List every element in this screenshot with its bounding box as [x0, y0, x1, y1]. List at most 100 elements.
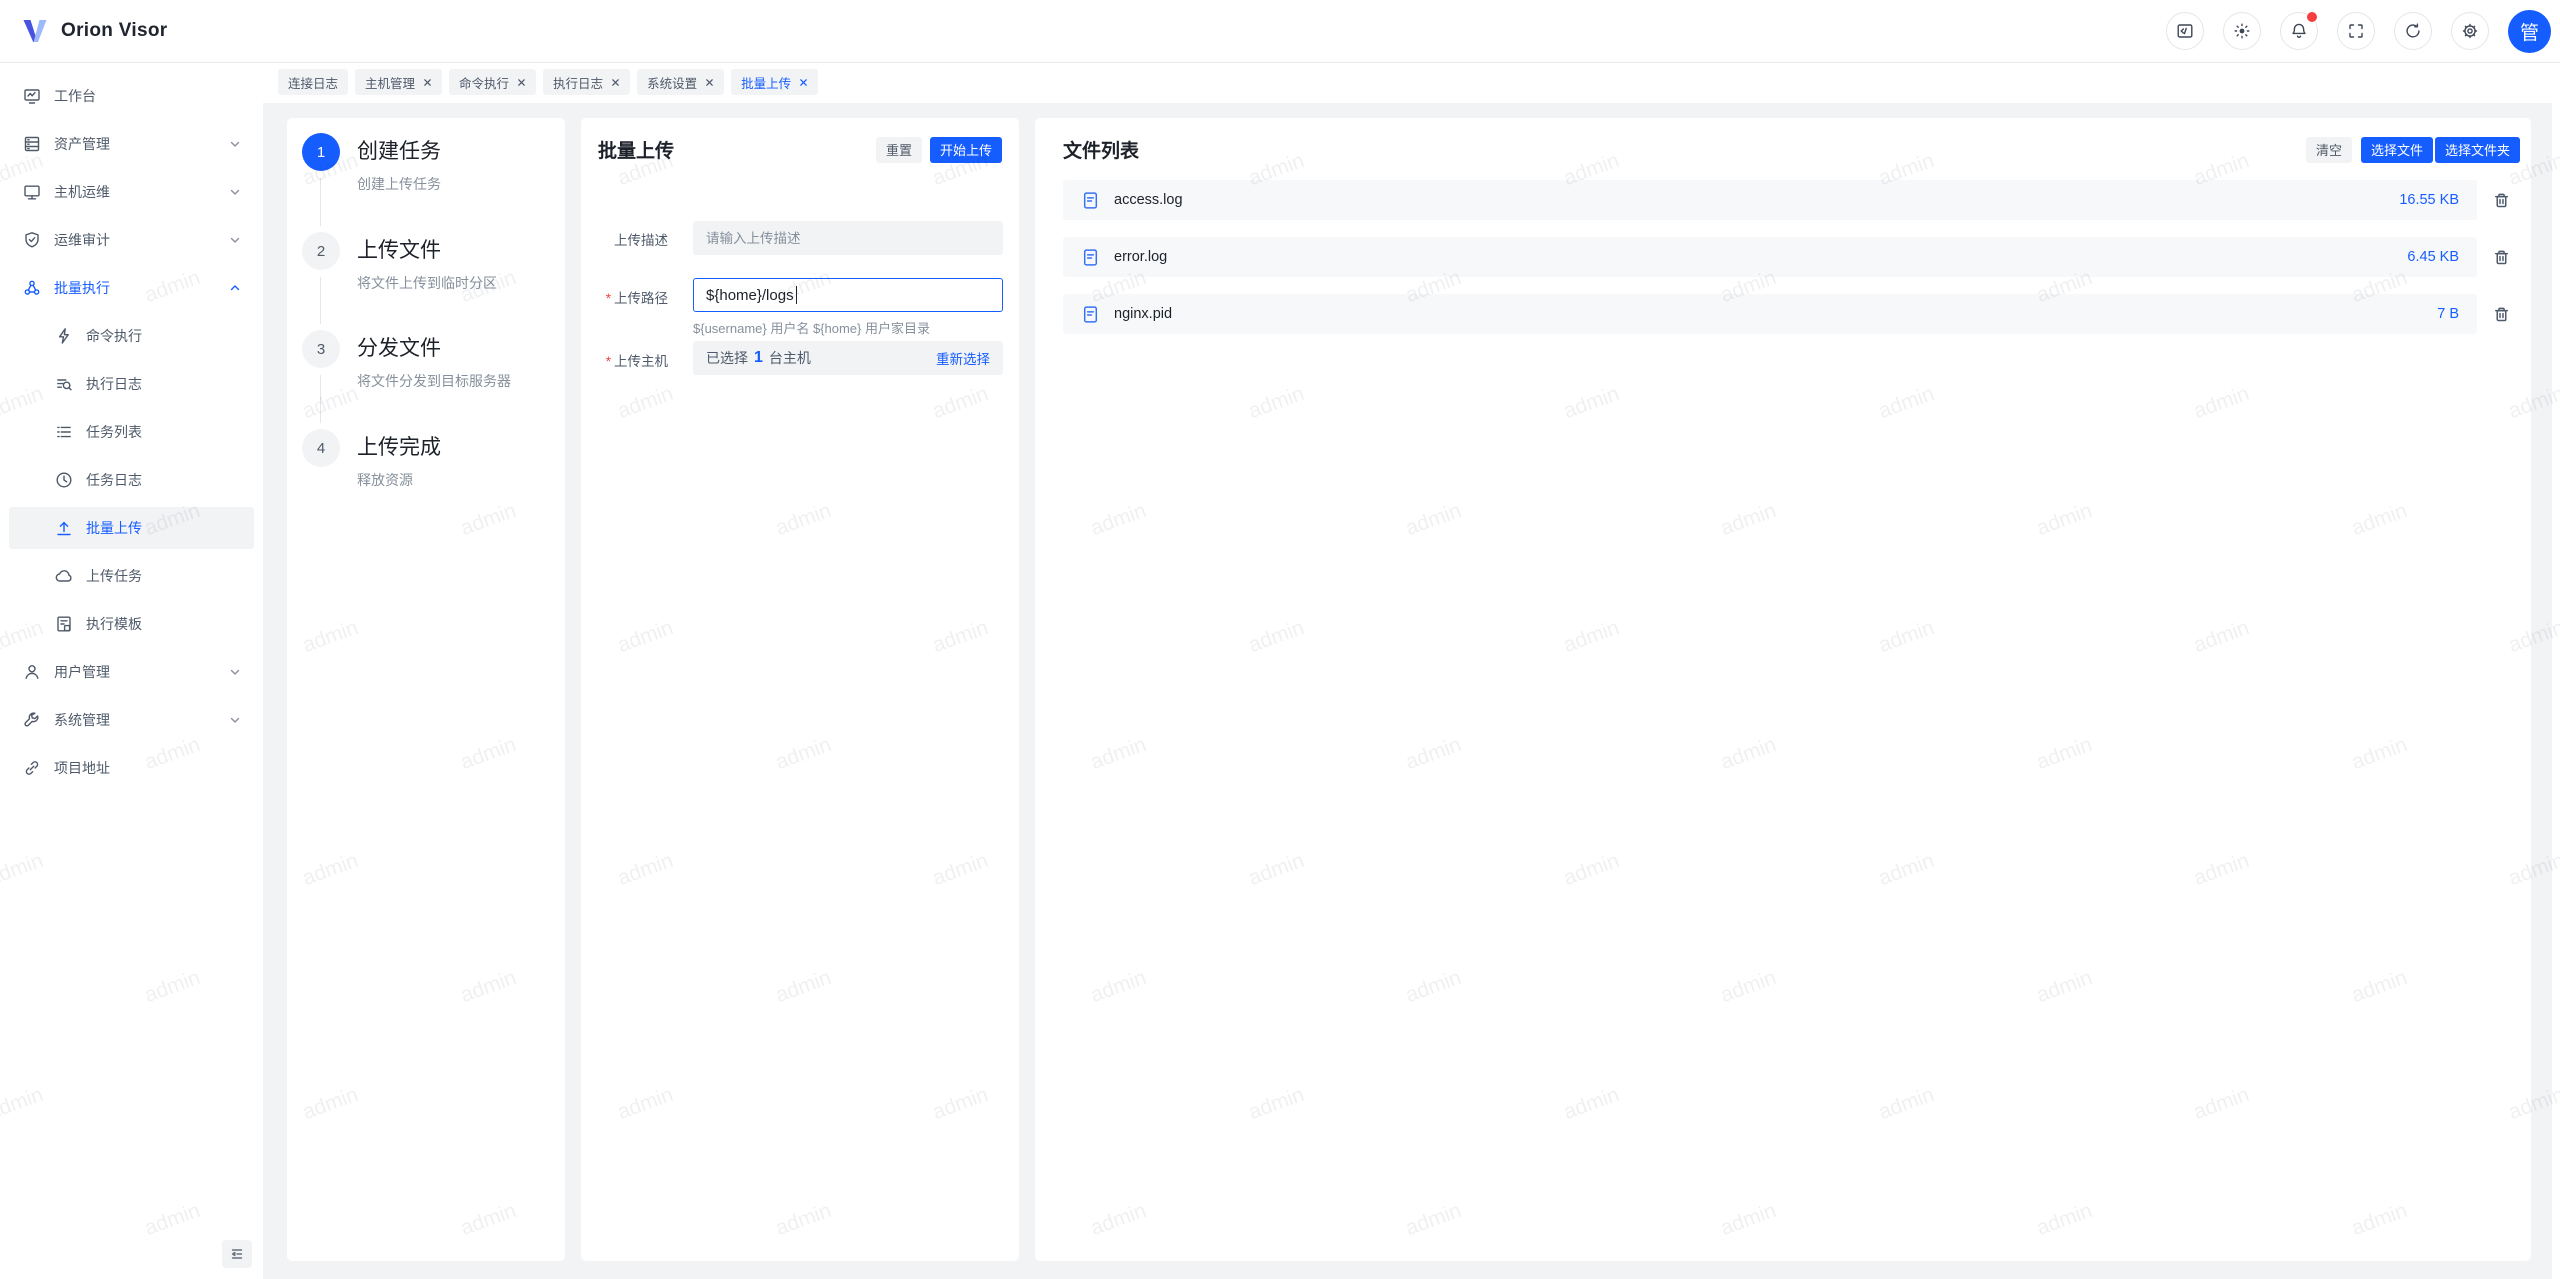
sidebar-item-batch-execution[interactable]: 批量执行 [9, 267, 254, 309]
tab-close-icon[interactable] [799, 78, 808, 87]
tab-label: 连接日志 [288, 73, 338, 92]
chevron-down-icon [229, 666, 241, 678]
theme-toggle-button[interactable] [2223, 12, 2261, 50]
delete-file-button[interactable] [2493, 192, 2510, 209]
file-name: error.log [1114, 249, 1167, 265]
tab-connect-log[interactable]: 连接日志 [278, 69, 348, 95]
cloud-icon [55, 567, 73, 585]
text-cursor [796, 286, 798, 304]
sidebar-item-workbench[interactable]: 工作台 [9, 75, 254, 117]
user-avatar[interactable]: 管 [2508, 10, 2551, 53]
step-connector [320, 375, 321, 423]
file-text-icon [1081, 248, 1100, 267]
log-search-icon [55, 375, 73, 393]
clear-files-button[interactable]: 清空 [2306, 137, 2352, 163]
sidebar-item-exec-template[interactable]: 执行模板 [9, 603, 254, 645]
select-file-button[interactable]: 选择文件 [2361, 137, 2433, 163]
step-connector [320, 277, 321, 324]
window-scrollbar[interactable] [2552, 63, 2560, 1279]
sidebar-item-user-management[interactable]: 用户管理 [9, 651, 254, 693]
form-title: 批量上传 [598, 136, 674, 163]
delete-file-button[interactable] [2493, 306, 2510, 323]
step-number-badge: 3 [302, 330, 340, 368]
file-name: nginx.pid [1114, 306, 1172, 322]
sidebar-item-ops-audit[interactable]: 运维审计 [9, 219, 254, 261]
form-header: 批量上传 重置 开始上传 [581, 118, 1019, 163]
step-title: 创建任务 [357, 133, 441, 171]
tab-close-icon[interactable] [423, 78, 432, 87]
collapse-menu-icon [230, 1247, 244, 1261]
file-size: 7 B [2437, 306, 2459, 322]
step-number-badge: 4 [302, 429, 340, 467]
sidebar-item-exec-log[interactable]: 执行日志 [9, 363, 254, 405]
sidebar-item-asset-management[interactable]: 资产管理 [9, 123, 254, 165]
select-folder-button[interactable]: 选择文件夹 [2435, 137, 2520, 163]
sidebar-item-label: 工作台 [54, 86, 96, 106]
upload-host-label: *上传主机 [581, 350, 668, 370]
reset-button[interactable]: 重置 [876, 137, 922, 163]
sidebar-collapse-button[interactable] [222, 1240, 252, 1268]
tab-label: 批量上传 [741, 73, 791, 92]
sidebar-item-project-link[interactable]: 项目地址 [9, 747, 254, 789]
sidebar-item-task-log[interactable]: 任务日志 [9, 459, 254, 501]
sidebar-item-label: 系统管理 [54, 710, 110, 730]
asset-shelf-icon [23, 135, 41, 153]
required-asterisk: * [606, 354, 611, 369]
api-docs-button[interactable] [2166, 12, 2204, 50]
sidebar-item-host-ops[interactable]: 主机运维 [9, 171, 254, 213]
step-desc: 将文件上传到临时分区 [357, 273, 497, 293]
app-logo: Orion Visor [0, 17, 167, 45]
trash-icon [2493, 192, 2510, 209]
app-title: Orion Visor [61, 20, 167, 42]
notification-badge-dot [2307, 12, 2317, 22]
tab-command-exec[interactable]: 命令执行 [449, 69, 536, 95]
step-desc: 创建上传任务 [357, 174, 441, 194]
table-row[interactable]: access.log 16.55 KB [1063, 180, 2477, 220]
fullscreen-icon [2347, 22, 2365, 40]
tab-system-settings[interactable]: 系统设置 [637, 69, 724, 95]
main-content: 1 创建任务 创建上传任务 2 上传文件 将文件上传到临时分区 3 分发文件 将… [263, 103, 2560, 1279]
sidebar-item-command-exec[interactable]: 命令执行 [9, 315, 254, 357]
tab-host-manage[interactable]: 主机管理 [355, 69, 442, 95]
step-desc: 将文件分发到目标服务器 [357, 371, 511, 391]
chevron-down-icon [229, 186, 241, 198]
upload-desc-input[interactable] [693, 221, 1003, 255]
table-row[interactable]: nginx.pid 7 B [1063, 294, 2477, 334]
step-title: 分发文件 [357, 330, 511, 368]
steps-panel: 1 创建任务 创建上传任务 2 上传文件 将文件上传到临时分区 3 分发文件 将… [287, 118, 565, 1261]
selected-hosts-box: 已选择 1 台主机 重新选择 [693, 341, 1003, 375]
reselect-hosts-link[interactable]: 重新选择 [936, 348, 990, 368]
sidebar-item-task-list[interactable]: 任务列表 [9, 411, 254, 453]
fullscreen-button[interactable] [2337, 12, 2375, 50]
list-icon [55, 423, 73, 441]
sidebar-item-batch-upload[interactable]: 批量上传 [9, 507, 254, 549]
start-upload-button[interactable]: 开始上传 [930, 137, 1002, 163]
sidebar: 工作台 资产管理 主机运维 运维审计 批量执行 命令执行 执行日志 [0, 63, 263, 1279]
tab-batch-upload[interactable]: 批量上传 [731, 69, 818, 95]
file-line: nginx.pid 7 B [1063, 294, 2510, 334]
delete-file-button[interactable] [2493, 249, 2510, 266]
user-icon [23, 663, 41, 681]
upload-path-input[interactable]: ${home}/logs [693, 278, 1003, 312]
notifications-button[interactable] [2280, 12, 2318, 50]
sidebar-item-system-management[interactable]: 系统管理 [9, 699, 254, 741]
host-selected-prefix: 已选择 [706, 348, 748, 368]
logo-v-icon [21, 17, 49, 45]
tab-exec-log[interactable]: 执行日志 [543, 69, 630, 95]
tab-close-icon[interactable] [705, 78, 714, 87]
tab-close-icon[interactable] [517, 78, 526, 87]
tab-close-icon[interactable] [611, 78, 620, 87]
step-distribute-files: 3 分发文件 将文件分发到目标服务器 [302, 330, 511, 391]
sidebar-item-label: 主机运维 [54, 182, 110, 202]
step-create-task: 1 创建任务 创建上传任务 [302, 133, 441, 194]
table-row[interactable]: error.log 6.45 KB [1063, 237, 2477, 277]
template-file-icon [55, 615, 73, 633]
settings-button[interactable] [2451, 12, 2489, 50]
topbar: Orion Visor [0, 0, 2560, 63]
upload-icon [55, 519, 73, 537]
trash-icon [2493, 249, 2510, 266]
refresh-button[interactable] [2394, 12, 2432, 50]
file-size: 16.55 KB [2399, 192, 2459, 208]
file-rows: access.log 16.55 KB error.log 6.45 KB [1063, 180, 2510, 351]
sidebar-item-upload-task[interactable]: 上传任务 [9, 555, 254, 597]
